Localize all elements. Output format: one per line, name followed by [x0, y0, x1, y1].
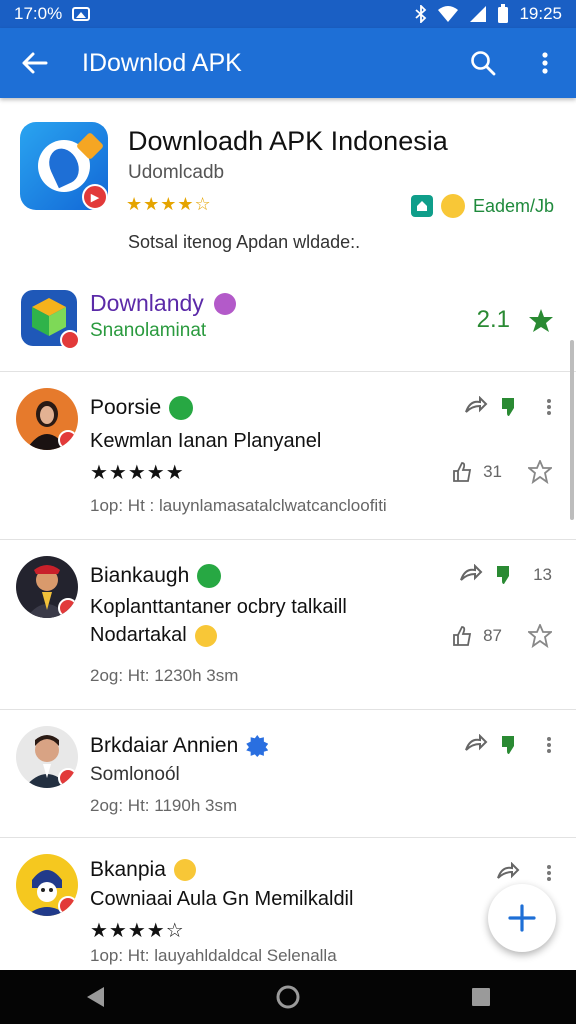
reviewer-name: Brkdaiar Annien [90, 734, 239, 757]
system-nav-bar [0, 970, 576, 1024]
review-meta: 2og: Ht: 1190h 3sm [90, 796, 238, 815]
review-text-line-2: Nodartakal [90, 624, 187, 646]
review-item[interactable]: Brkdaiar Annien Somlonoól 2og: Ht: 1190h… [0, 710, 576, 838]
featured-app-subtitle: Snanolaminat [90, 320, 207, 341]
status-bar: 17:0% 19:25 [0, 0, 576, 28]
smiley-icon [173, 859, 196, 881]
avatar [16, 556, 78, 618]
verified-badge-icon [213, 292, 236, 315]
home-circle-icon[interactable] [275, 984, 301, 1010]
bluetooth-icon [415, 5, 427, 23]
cube-app-icon [20, 284, 80, 350]
app-subtitle: Udomlcadb [128, 162, 225, 183]
reviewer-name-row: Brkdaiar Annien [90, 734, 269, 758]
share-icon[interactable] [496, 862, 520, 884]
verified-badge-icon [197, 564, 222, 588]
house-icon [410, 195, 433, 217]
featured-app-score: 2.1 [476, 306, 510, 333]
app-bar: IDownlod APK [0, 28, 576, 98]
avatar [16, 388, 78, 450]
reviewer-name-row: Biankaugh [90, 564, 222, 588]
review-item[interactable]: Poorsie Kewmlan Ianan Planyanel ★★★★★ 31… [0, 372, 576, 540]
app-logo-icon: ▶ [20, 122, 108, 210]
play-badge-icon [58, 430, 78, 450]
thumbs-down-icon[interactable] [495, 564, 515, 586]
thumbs-up-icon[interactable] [451, 461, 473, 483]
review-meta: 2og: Ht: 1230h 3sm [90, 666, 239, 685]
developer-info[interactable]: Eadem/Jb [410, 194, 554, 218]
gallery-notification-icon [72, 7, 91, 21]
more-vert-icon [542, 52, 548, 74]
avatar [16, 726, 78, 788]
more-vert-icon[interactable] [546, 735, 552, 755]
gear-star-icon[interactable] [528, 308, 554, 339]
share-icon[interactable] [459, 564, 483, 586]
review-item[interactable]: Biankaugh 13 Koplanttantaner ocbry talka… [0, 540, 576, 710]
more-vert-icon[interactable] [546, 397, 552, 417]
featured-app-title: Downlandy [90, 290, 236, 317]
back-button[interactable] [0, 28, 68, 98]
verified-badge-icon [246, 735, 269, 757]
recents-square-icon[interactable] [470, 986, 492, 1008]
developer-name: Eadem/Jb [472, 195, 554, 216]
more-options-button[interactable] [514, 28, 576, 98]
status-time-left: 17:0% [14, 4, 63, 23]
verified-badge-icon [169, 396, 194, 420]
app-header-card: ▶ Downloadh APK Indonesia Udomlcadb ★★★★… [0, 98, 576, 268]
avatar [16, 854, 78, 916]
emoji-icon [440, 194, 465, 218]
status-time-right: 19:25 [519, 4, 562, 23]
play-badge-icon [58, 896, 78, 916]
share-icon[interactable] [464, 396, 488, 418]
share-icon[interactable] [464, 734, 488, 756]
wifi-icon [438, 6, 459, 22]
review-text-line-2-row: Nodartakal [90, 624, 217, 647]
thumbs-up-icon[interactable] [451, 625, 473, 647]
reviewer-name: Poorsie [90, 396, 162, 419]
review-text-line-1: Koplanttantaner ocbry talkaill [90, 596, 347, 618]
add-fab-button[interactable] [488, 884, 556, 952]
star-gear-icon[interactable] [528, 624, 552, 648]
like-count: 87 [483, 626, 502, 645]
review-text: Kewmlan Ianan Planyanel [90, 430, 322, 452]
reviewer-name-row: Poorsie [90, 396, 194, 420]
review-meta: 1op: Ht : lauynlamasatalclwatcancloofiti [90, 496, 387, 515]
featured-app-name: Downlandy [90, 290, 204, 316]
search-button[interactable] [452, 28, 514, 98]
play-badge-icon [58, 768, 78, 788]
arrow-left-icon [22, 52, 48, 74]
back-triangle-icon[interactable] [84, 985, 106, 1009]
battery-icon [498, 4, 509, 23]
search-icon [471, 51, 496, 76]
app-description: Sotsal itenog Apdan wldade:. [128, 232, 361, 252]
review-text: Somlonoól [90, 764, 180, 785]
smiley-icon [194, 624, 217, 647]
review-text: Cowniaai Aula Gn Memilkaldil [90, 888, 354, 910]
thumbs-down-icon[interactable] [500, 396, 520, 418]
signal-icon [470, 6, 487, 22]
plus-icon [508, 904, 536, 932]
play-badge-icon: ▶ [82, 184, 108, 210]
star-gear-icon[interactable] [528, 460, 552, 484]
play-badge-icon [60, 330, 80, 350]
app-rating-stars: ★★★★☆ [126, 194, 212, 214]
app-bar-title: IDownlod APK [82, 48, 242, 77]
review-stars: ★★★★★ [90, 462, 185, 484]
review-count-top: 13 [533, 565, 552, 584]
scrollbar[interactable] [570, 340, 574, 520]
thumbs-down-icon[interactable] [500, 734, 520, 756]
featured-app-row[interactable]: Downlandy Snanolaminat 2.1 [0, 272, 576, 372]
review-meta: 1op: Ht: lauyahldaldcal Selenalla [90, 946, 337, 965]
play-badge-icon [58, 598, 78, 618]
reviewer-name: Bkanpia [90, 858, 166, 881]
reviewer-name-row: Bkanpia [90, 858, 196, 882]
app-name: Downloadh APK Indonesia [128, 126, 448, 156]
review-stars: ★★★★☆ [90, 920, 185, 942]
like-count: 31 [483, 462, 502, 481]
more-vert-icon[interactable] [546, 863, 552, 883]
reviewer-name: Biankaugh [90, 564, 190, 587]
